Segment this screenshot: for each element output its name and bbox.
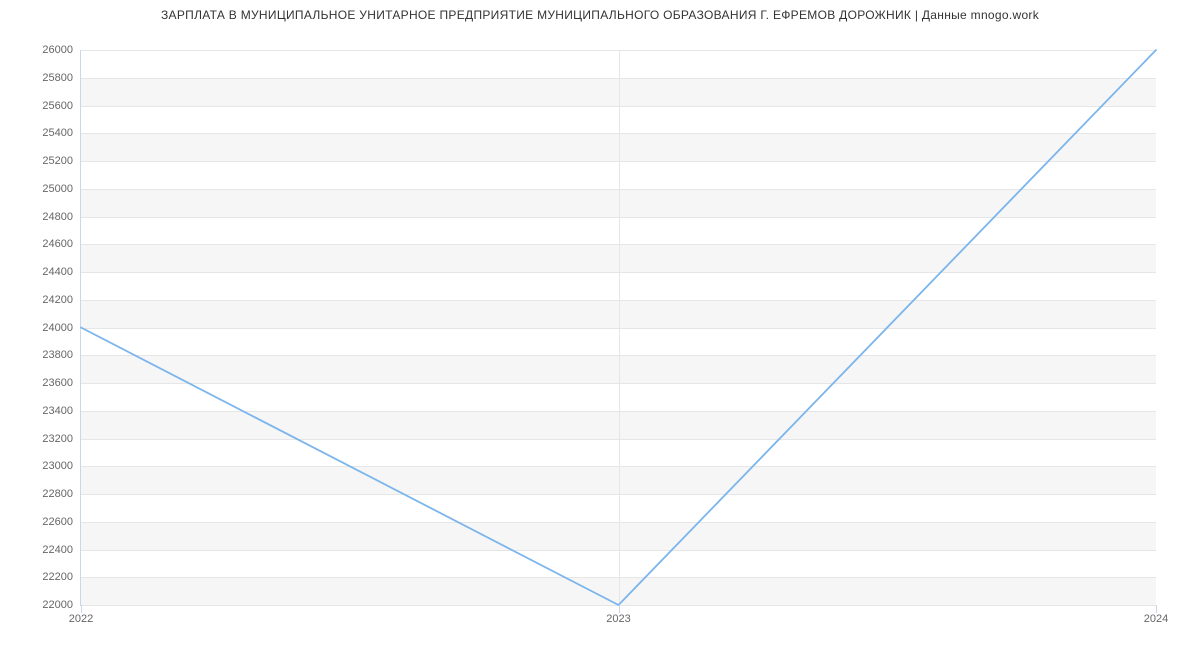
y-tick-label: 23200 bbox=[42, 433, 81, 445]
salary-line-chart: ЗАРПЛАТА В МУНИЦИПАЛЬНОЕ УНИТАРНОЕ ПРЕДП… bbox=[0, 0, 1200, 650]
y-tick-label: 22400 bbox=[42, 544, 81, 556]
y-tick-label: 23600 bbox=[42, 377, 81, 389]
y-tick-label: 23800 bbox=[42, 349, 81, 361]
y-tick-label: 22600 bbox=[42, 516, 81, 528]
data-line bbox=[81, 50, 1156, 605]
y-tick-label: 26000 bbox=[42, 44, 81, 56]
y-tick-label: 25400 bbox=[42, 127, 81, 139]
y-tick-label: 23400 bbox=[42, 405, 81, 417]
y-tick-label: 22800 bbox=[42, 488, 81, 500]
y-tick-label: 24400 bbox=[42, 266, 81, 278]
plot-area: 2200022200224002260022800230002320023400… bbox=[80, 50, 1156, 606]
y-tick-label: 25600 bbox=[42, 100, 81, 112]
y-tick-label: 25800 bbox=[42, 72, 81, 84]
x-tick-label: 2024 bbox=[1144, 605, 1168, 625]
y-tick-label: 24200 bbox=[42, 294, 81, 306]
y-tick-label: 22200 bbox=[42, 571, 81, 583]
y-tick-label: 25200 bbox=[42, 155, 81, 167]
chart-title: ЗАРПЛАТА В МУНИЦИПАЛЬНОЕ УНИТАРНОЕ ПРЕДП… bbox=[0, 8, 1200, 22]
x-tick-label: 2022 bbox=[69, 605, 93, 625]
y-tick-label: 25000 bbox=[42, 183, 81, 195]
y-tick-label: 24000 bbox=[42, 322, 81, 334]
y-tick-label: 24600 bbox=[42, 238, 81, 250]
x-tick-label: 2023 bbox=[606, 605, 630, 625]
y-tick-label: 23000 bbox=[42, 460, 81, 472]
y-tick-label: 24800 bbox=[42, 211, 81, 223]
